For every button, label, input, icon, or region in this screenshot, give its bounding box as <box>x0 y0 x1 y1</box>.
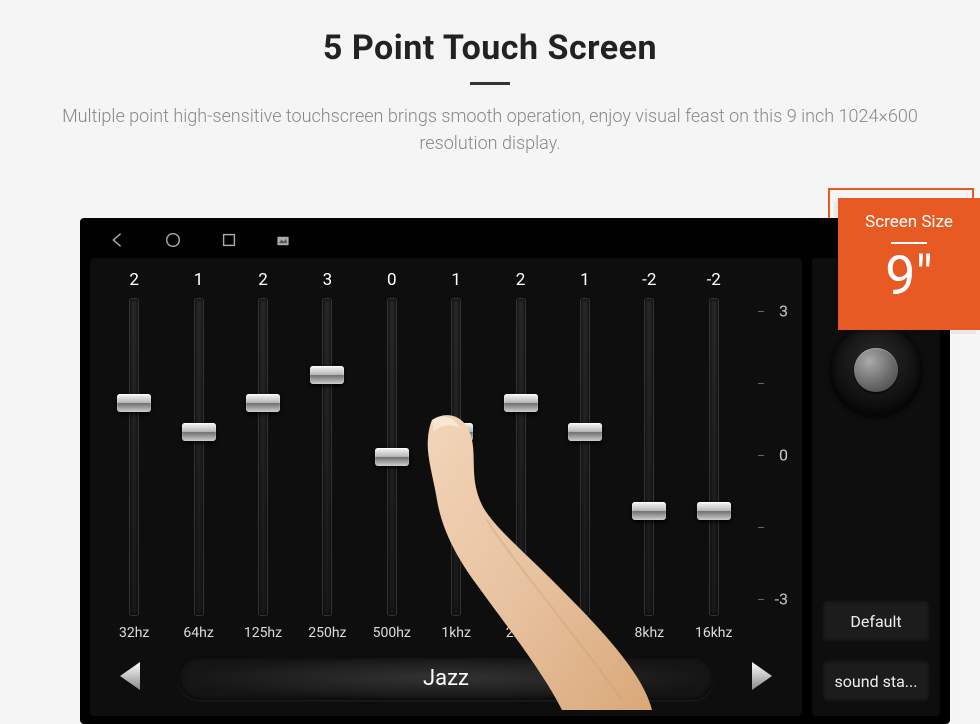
eq-band-1khz: 1 1khz <box>427 266 485 644</box>
eq-freq-label: 500hz <box>373 622 411 644</box>
eq-freq-label: 32hz <box>119 622 149 644</box>
eq-slider[interactable] <box>580 298 590 616</box>
eq-value: 1 <box>194 266 204 294</box>
system-nav-bar <box>90 226 940 258</box>
eq-slider-knob[interactable] <box>504 394 538 412</box>
eq-slider-knob[interactable] <box>697 502 731 520</box>
default-button[interactable]: Default <box>822 600 930 642</box>
eq-slider-knob[interactable] <box>375 448 409 466</box>
eq-value: 3 <box>323 266 333 294</box>
preset-display[interactable]: Jazz <box>178 656 714 700</box>
eq-slider-knob[interactable] <box>439 423 473 441</box>
eq-freq-label: 16khz <box>695 622 733 644</box>
eq-slider[interactable] <box>709 298 719 616</box>
eq-freq-label: 64hz <box>183 622 213 644</box>
hero-subtitle: Multiple point high-sensitive touchscree… <box>40 103 940 157</box>
eq-band-64hz: 1 64hz <box>170 266 228 644</box>
eq-slider[interactable] <box>129 298 139 616</box>
eq-slider-knob[interactable] <box>568 423 602 441</box>
eq-slider-knob[interactable] <box>246 394 280 412</box>
preset-next-button[interactable] <box>742 656 782 700</box>
eq-value: 2 <box>258 266 268 294</box>
eq-value: 2 <box>516 266 526 294</box>
eq-slider[interactable] <box>194 298 204 616</box>
eq-band-16khz: -2 16khz <box>685 266 743 644</box>
eq-freq-label: 125hz <box>244 622 282 644</box>
eq-slider-knob[interactable] <box>117 394 151 412</box>
eq-band-4khz: 1 4khz <box>556 266 614 644</box>
hero-divider <box>470 82 510 85</box>
eq-value: -2 <box>707 266 721 294</box>
eq-slider-knob[interactable] <box>310 366 344 384</box>
eq-band-250hz: 3 250hz <box>298 266 356 644</box>
eq-freq-label: 250hz <box>308 622 346 644</box>
recents-icon[interactable] <box>220 231 238 253</box>
eq-freq-label: 8khz <box>635 622 665 644</box>
eq-band-500hz: 0 500hz <box>363 266 421 644</box>
eq-slider[interactable] <box>644 298 654 616</box>
eq-band-32hz: 2 32hz <box>105 266 163 644</box>
gallery-icon[interactable] <box>276 233 290 252</box>
eq-slider[interactable] <box>387 298 397 616</box>
sound-stage-button[interactable]: sound sta... <box>822 660 930 702</box>
preset-prev-button[interactable] <box>110 656 150 700</box>
hero-title: 5 Point Touch Screen <box>0 28 980 68</box>
home-icon[interactable] <box>164 231 182 253</box>
eq-band-125hz: 2 125hz <box>234 266 292 644</box>
balance-dial[interactable] <box>830 324 922 416</box>
eq-slider-knob[interactable] <box>632 502 666 520</box>
eq-band-2khz: 2 2khz <box>492 266 550 644</box>
eq-slider-knob[interactable] <box>182 423 216 441</box>
eq-value: 0 <box>387 266 397 294</box>
eq-value: -2 <box>642 266 656 294</box>
back-icon[interactable] <box>108 231 126 253</box>
callout-label: Screen Size <box>838 212 980 232</box>
device-screen: 2 32hz 1 64hz 2 125hz 3 250hz 0 500hz 1 1khz 2 2khz 1 4… <box>80 218 950 724</box>
eq-freq-label: 4khz <box>570 622 600 644</box>
eq-value: 2 <box>129 266 139 294</box>
eq-freq-label: 1khz <box>441 622 471 644</box>
eq-scale: 3 0 -3 <box>750 266 794 644</box>
eq-slider[interactable] <box>516 298 526 616</box>
eq-slider[interactable] <box>322 298 332 616</box>
eq-value: 1 <box>580 266 590 294</box>
screen-size-callout: Screen Size 9" <box>838 198 980 330</box>
eq-slider[interactable] <box>451 298 461 616</box>
equalizer-panel: 2 32hz 1 64hz 2 125hz 3 250hz 0 500hz 1 1khz 2 2khz 1 4… <box>90 258 802 716</box>
eq-freq-label: 2khz <box>506 622 536 644</box>
eq-band-8khz: -2 8khz <box>620 266 678 644</box>
eq-value: 1 <box>451 266 461 294</box>
preset-label: Jazz <box>423 666 469 691</box>
callout-value: 9" <box>838 250 980 304</box>
eq-slider[interactable] <box>258 298 268 616</box>
